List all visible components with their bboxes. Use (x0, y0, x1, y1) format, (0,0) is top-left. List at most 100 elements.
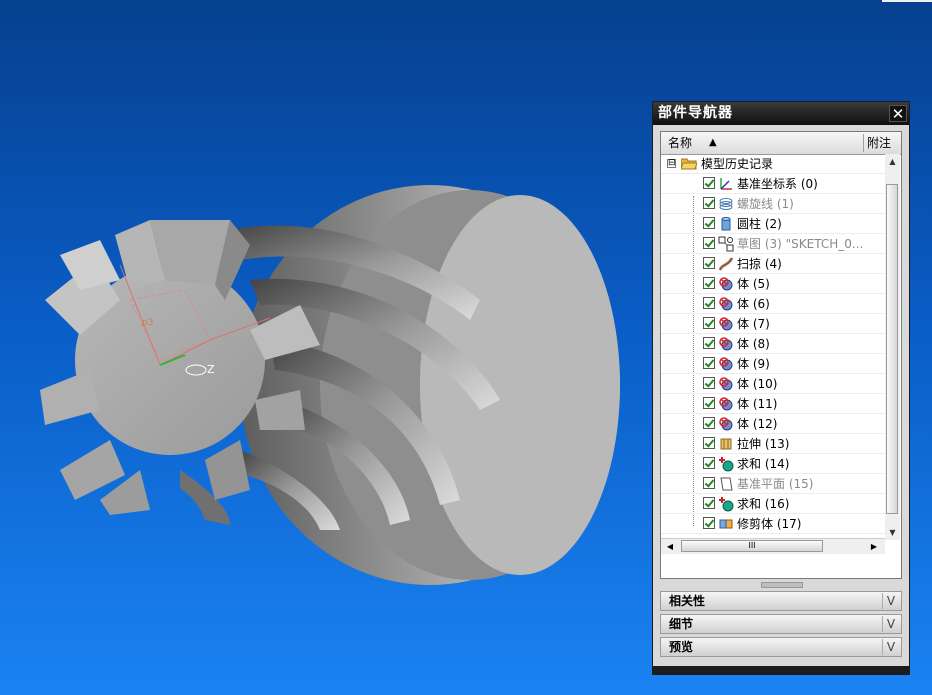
column-name-header[interactable]: 名称 (668, 132, 692, 154)
tree-item[interactable]: 基准平面 (15) (661, 474, 885, 494)
section-details-label: 细节 (669, 617, 694, 631)
tree-item[interactable]: 体 (6) (661, 294, 885, 314)
panel-footer (653, 666, 909, 674)
body-icon (719, 357, 733, 371)
section-details[interactable]: 细节 V (660, 614, 902, 634)
body-icon (719, 317, 733, 331)
tree-item[interactable]: 基准坐标系 (0) (661, 174, 885, 194)
tree-item[interactable]: 求和 (16) (661, 494, 885, 514)
part-navigator-panel: 部件导航器 ✕ 名称 ▲ 附注 ⊟ 模型历史记录 基准坐标系 (0) 螺旋线 (1… (652, 101, 910, 675)
visibility-checkbox[interactable] (703, 457, 715, 469)
horizontal-scroll-thumb[interactable]: III (681, 540, 823, 552)
trim-body-icon (719, 519, 733, 529)
tree-item-label: 扫掠 (4) (737, 257, 782, 271)
tree-item-label: 求和 (16) (737, 497, 790, 511)
tree-item[interactable]: 体 (11) (661, 394, 885, 414)
scroll-right-icon[interactable]: ▶ (867, 539, 881, 554)
column-notes-header[interactable]: 附注 (867, 132, 891, 154)
tree-item-label: 体 (9) (737, 357, 770, 371)
cylinder-icon (721, 217, 731, 231)
tree-item-label: 基准坐标系 (0) (737, 177, 818, 191)
visibility-checkbox[interactable] (703, 337, 715, 349)
section-dependencies[interactable]: 相关性 V (660, 591, 902, 611)
section-preview-label: 预览 (669, 640, 694, 654)
tree-item[interactable]: 体 (12) (661, 414, 885, 434)
scroll-left-icon[interactable]: ◀ (663, 539, 677, 554)
tree-item-label: 修剪体 (17) (737, 517, 802, 531)
datum-csys-icon (720, 178, 732, 190)
sort-ascending-icon[interactable]: ▲ (709, 135, 717, 151)
tree-item-label: 螺旋线 (1) (737, 197, 794, 211)
tree-item[interactable]: 求和 (14) (661, 454, 885, 474)
section-dependencies-label: 相关性 (669, 594, 706, 608)
tree-item-label: 体 (7) (737, 317, 770, 331)
visibility-checkbox[interactable] (703, 277, 715, 289)
body-icon (719, 397, 733, 411)
visibility-checkbox[interactable] (703, 417, 715, 429)
visibility-checkbox[interactable] (703, 317, 715, 329)
body-icon (719, 297, 733, 311)
tree-item-label: 拉伸 (13) (737, 437, 790, 451)
horizontal-scrollbar[interactable]: ◀ III ▶ (661, 538, 885, 554)
visibility-checkbox[interactable] (703, 177, 715, 189)
tree-item[interactable]: 修剪体 (17) (661, 514, 885, 534)
visibility-checkbox[interactable] (703, 517, 715, 529)
visibility-checkbox[interactable] (703, 197, 715, 209)
folder-open-icon (681, 158, 697, 170)
tree-item-label: 体 (10) (737, 377, 778, 391)
visibility-checkbox[interactable] (703, 237, 715, 249)
extrude-icon (720, 438, 732, 450)
tree-header: 名称 ▲ 附注 (661, 132, 901, 155)
tree-item-label: 基准平面 (15) (737, 477, 814, 491)
chevron-down-icon[interactable]: V (882, 639, 899, 655)
column-separator[interactable] (863, 134, 864, 152)
tree-item-label: 体 (12) (737, 417, 778, 431)
visibility-checkbox[interactable] (703, 257, 715, 269)
visibility-checkbox[interactable] (703, 477, 715, 489)
unite-icon (719, 497, 734, 512)
tree-item[interactable]: 体 (7) (661, 314, 885, 334)
tree-root-label: 模型历史记录 (701, 157, 774, 171)
scroll-down-icon[interactable]: ▼ (885, 525, 900, 540)
collapse-toggle-icon[interactable]: ⊟ (667, 159, 676, 168)
tree-item[interactable]: 草图 (3) "SKETCH_0... (661, 234, 885, 254)
tree-item[interactable]: 扫掠 (4) (661, 254, 885, 274)
tree-item[interactable]: 螺旋线 (1) (661, 194, 885, 214)
body-icon (719, 277, 733, 291)
tree-item[interactable]: 体 (8) (661, 334, 885, 354)
sketch-icon (718, 236, 734, 252)
sketch-dimension-label: p3 (142, 318, 153, 328)
body-icon (719, 377, 733, 391)
unite-icon (719, 457, 734, 472)
tree-item[interactable]: 体 (5) (661, 274, 885, 294)
tree-item-label: 求和 (14) (737, 457, 790, 471)
tree-item-label: 体 (5) (737, 277, 770, 291)
visibility-checkbox[interactable] (703, 217, 715, 229)
tree-root-model-history[interactable]: ⊟ 模型历史记录 (661, 154, 885, 174)
tree-item[interactable]: 拉伸 (13) (661, 434, 885, 454)
close-icon[interactable]: ✕ (889, 105, 907, 123)
chevron-down-icon[interactable]: V (882, 593, 899, 609)
visibility-checkbox[interactable] (703, 397, 715, 409)
helix-icon (719, 198, 733, 210)
visibility-checkbox[interactable] (703, 357, 715, 369)
visibility-checkbox[interactable] (703, 437, 715, 449)
chevron-down-icon[interactable]: V (882, 616, 899, 632)
visibility-checkbox[interactable] (703, 377, 715, 389)
vertical-scrollbar[interactable]: ▲ ▼ (885, 154, 900, 540)
tree-item[interactable]: 体 (9) (661, 354, 885, 374)
visibility-checkbox[interactable] (703, 297, 715, 309)
tree-item-label: 体 (8) (737, 337, 770, 351)
visibility-checkbox[interactable] (703, 497, 715, 509)
tree-item-label: 体 (6) (737, 297, 770, 311)
tree-item[interactable]: 体 (10) (661, 374, 885, 394)
tree-item[interactable]: 圆柱 (2) (661, 214, 885, 234)
datum-plane-icon (720, 477, 733, 491)
section-preview[interactable]: 预览 V (660, 637, 902, 657)
panel-splitter[interactable] (761, 582, 803, 588)
gear-drum-face (420, 195, 620, 575)
scroll-up-icon[interactable]: ▲ (885, 154, 900, 169)
part-navigator-title: 部件导航器 (653, 102, 909, 125)
navigator-tree[interactable]: 名称 ▲ 附注 ⊟ 模型历史记录 基准坐标系 (0) 螺旋线 (1) 圆柱 (2) 草… (660, 131, 902, 579)
vertical-scroll-thumb[interactable] (886, 184, 898, 514)
